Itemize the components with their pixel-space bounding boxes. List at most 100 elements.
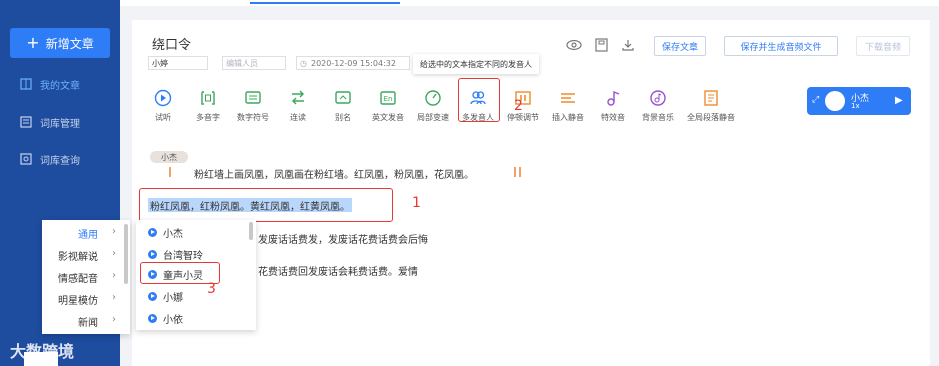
menu-category-news[interactable]: 新闻 › xyxy=(42,310,122,330)
save-disk-icon[interactable] xyxy=(595,38,608,52)
tool-alias[interactable]: 别名 xyxy=(318,88,368,123)
new-article-button[interactable]: + 新增文章 xyxy=(10,28,110,58)
preview-eye-icon[interactable] xyxy=(566,39,582,51)
english-icon: En xyxy=(380,91,396,105)
tool-speed[interactable]: 局部变速 xyxy=(408,88,458,123)
menu-category-celebrity[interactable]: 明星模仿 › xyxy=(42,288,122,308)
alias-icon xyxy=(335,91,351,104)
category-scrollbar[interactable] xyxy=(124,224,128,284)
annotation-box-selection xyxy=(139,188,393,222)
play-icon xyxy=(148,249,157,259)
menu-category-label: 影视解说 xyxy=(58,252,98,263)
menu-category-film[interactable]: 影视解说 › xyxy=(42,244,122,264)
download-icon[interactable] xyxy=(621,38,635,52)
editor-field[interactable]: 编辑人员 xyxy=(222,56,286,70)
new-article-label: 新增文章 xyxy=(45,36,94,51)
speaker-tag[interactable]: 小杰 xyxy=(150,151,188,163)
tool-sound-effect[interactable]: 特效音 xyxy=(588,88,638,123)
author-field[interactable]: 小婷 xyxy=(148,56,208,70)
sidebar-item-lexicon-management[interactable]: 词库管理 xyxy=(0,110,120,134)
sidebar-item-label: 词库查询 xyxy=(40,155,80,167)
tool-label: 停顿调节 xyxy=(507,113,539,122)
sidebar-item-label: 词库管理 xyxy=(40,118,80,130)
voice-option-label: 小杰 xyxy=(163,228,183,240)
menu-category-emotion[interactable]: 情感配音 › xyxy=(42,266,122,286)
voice-option[interactable]: 小杰 xyxy=(148,224,248,240)
tool-label: 连读 xyxy=(290,113,306,122)
tool-label: 别名 xyxy=(335,113,351,122)
search-doc-icon xyxy=(20,153,32,165)
tool-label: 试听 xyxy=(155,113,171,122)
article-title[interactable]: 绕口令 xyxy=(152,34,191,53)
chevron-right-icon: › xyxy=(112,226,116,237)
voice-option[interactable]: 台湾智玲 xyxy=(148,246,248,262)
voice-speed: 1x xyxy=(851,102,860,110)
annotation-number-2: 2 xyxy=(514,98,523,114)
tool-background-music[interactable]: 背景音乐 xyxy=(633,88,683,123)
tool-polyphone[interactable]: 多音字 xyxy=(183,88,233,123)
play-circle-icon xyxy=(154,89,172,107)
pause-marker xyxy=(169,167,171,177)
annotation-box-multi-speaker xyxy=(458,78,500,122)
insert-silence-icon xyxy=(561,93,575,103)
linking-icon xyxy=(292,90,304,105)
save-and-generate-button[interactable]: 保存并生成音频文件 xyxy=(724,36,838,56)
tool-label: 英文发音 xyxy=(372,113,404,122)
tool-paragraph-silence[interactable]: 全局段落静音 xyxy=(686,88,736,123)
play-icon: ▶ xyxy=(895,95,903,106)
chevron-right-icon: › xyxy=(112,270,116,281)
tool-insert-silence[interactable]: 插入静音 xyxy=(543,88,593,123)
number-symbol-icon xyxy=(245,91,261,104)
voice-option-label: 小依 xyxy=(163,314,183,326)
sidebar-item-lexicon-query[interactable]: 词库查询 xyxy=(0,147,120,171)
paragraph-silence-icon xyxy=(704,90,718,106)
download-audio-button[interactable]: 下载音频 xyxy=(856,36,910,56)
plus-icon: + xyxy=(26,33,40,52)
play-icon xyxy=(148,313,157,323)
chevron-right-icon: › xyxy=(112,314,116,325)
voice-option[interactable]: 小娜 xyxy=(148,288,248,304)
play-icon xyxy=(148,291,157,301)
current-voice-chip[interactable]: ⤢ 小杰 1x ▶ xyxy=(807,87,911,115)
tool-label: 背景音乐 xyxy=(642,113,674,122)
active-tab-indicator xyxy=(250,2,400,4)
voice-option-label: 台湾智玲 xyxy=(163,250,203,262)
svg-text:En: En xyxy=(384,95,393,103)
chevron-right-icon: › xyxy=(112,248,116,259)
tool-label: 全局段落静音 xyxy=(687,113,735,122)
chevron-right-icon: › xyxy=(112,292,116,303)
tool-preview[interactable]: 试听 xyxy=(138,88,188,123)
save-article-button[interactable]: 保存文章 xyxy=(654,36,706,56)
voice-option-label: 小娜 xyxy=(163,292,183,304)
tool-label: 局部变速 xyxy=(417,113,449,122)
sidebar-item-label: 我的文章 xyxy=(40,80,80,92)
tool-label: 插入静音 xyxy=(552,113,584,122)
content-line[interactable]: 粉红墙上画凤凰，凤凰画在粉红墙。红凤凰，粉凤凰，花凤凰。 xyxy=(194,166,474,181)
content-line[interactable]: 花费话费回发废话会耗费话费。爱情 xyxy=(258,263,418,278)
speed-icon xyxy=(425,90,441,106)
content-line[interactable]: 发废话话费发，发废话花费话费会后悔 xyxy=(258,231,428,246)
menu-category-label: 新闻 xyxy=(78,318,98,329)
menu-category-label: 情感配音 xyxy=(58,274,98,285)
play-icon xyxy=(148,227,157,237)
datetime-value: 2020-12-09 15:04:32 xyxy=(310,58,396,68)
tool-english[interactable]: En 英文发音 xyxy=(363,88,413,123)
sidebar-item-my-articles[interactable]: 我的文章 xyxy=(0,72,120,96)
tool-linking[interactable]: 连读 xyxy=(273,88,323,123)
annotation-number-1: 1 xyxy=(412,195,421,211)
menu-category-general[interactable]: 通用 › xyxy=(42,222,122,242)
tool-pause[interactable]: 停顿调节 xyxy=(498,88,548,123)
menu-category-label: 通用 xyxy=(78,230,98,241)
clock-icon: ◷ xyxy=(300,58,307,68)
tool-label: 多音字 xyxy=(196,113,220,122)
datetime-field[interactable]: ◷ 2020-12-09 15:04:32 xyxy=(296,56,410,70)
voice-scrollbar[interactable] xyxy=(249,222,253,240)
tool-number-symbol[interactable]: 数字符号 xyxy=(228,88,278,123)
book-icon xyxy=(20,78,32,90)
list-icon xyxy=(20,116,32,128)
polyphone-icon xyxy=(201,91,215,105)
voice-option[interactable]: 小依 xyxy=(148,310,248,326)
tool-label: 数字符号 xyxy=(237,113,269,122)
expand-icon: ⤢ xyxy=(812,95,820,105)
pause-marker xyxy=(514,167,516,177)
